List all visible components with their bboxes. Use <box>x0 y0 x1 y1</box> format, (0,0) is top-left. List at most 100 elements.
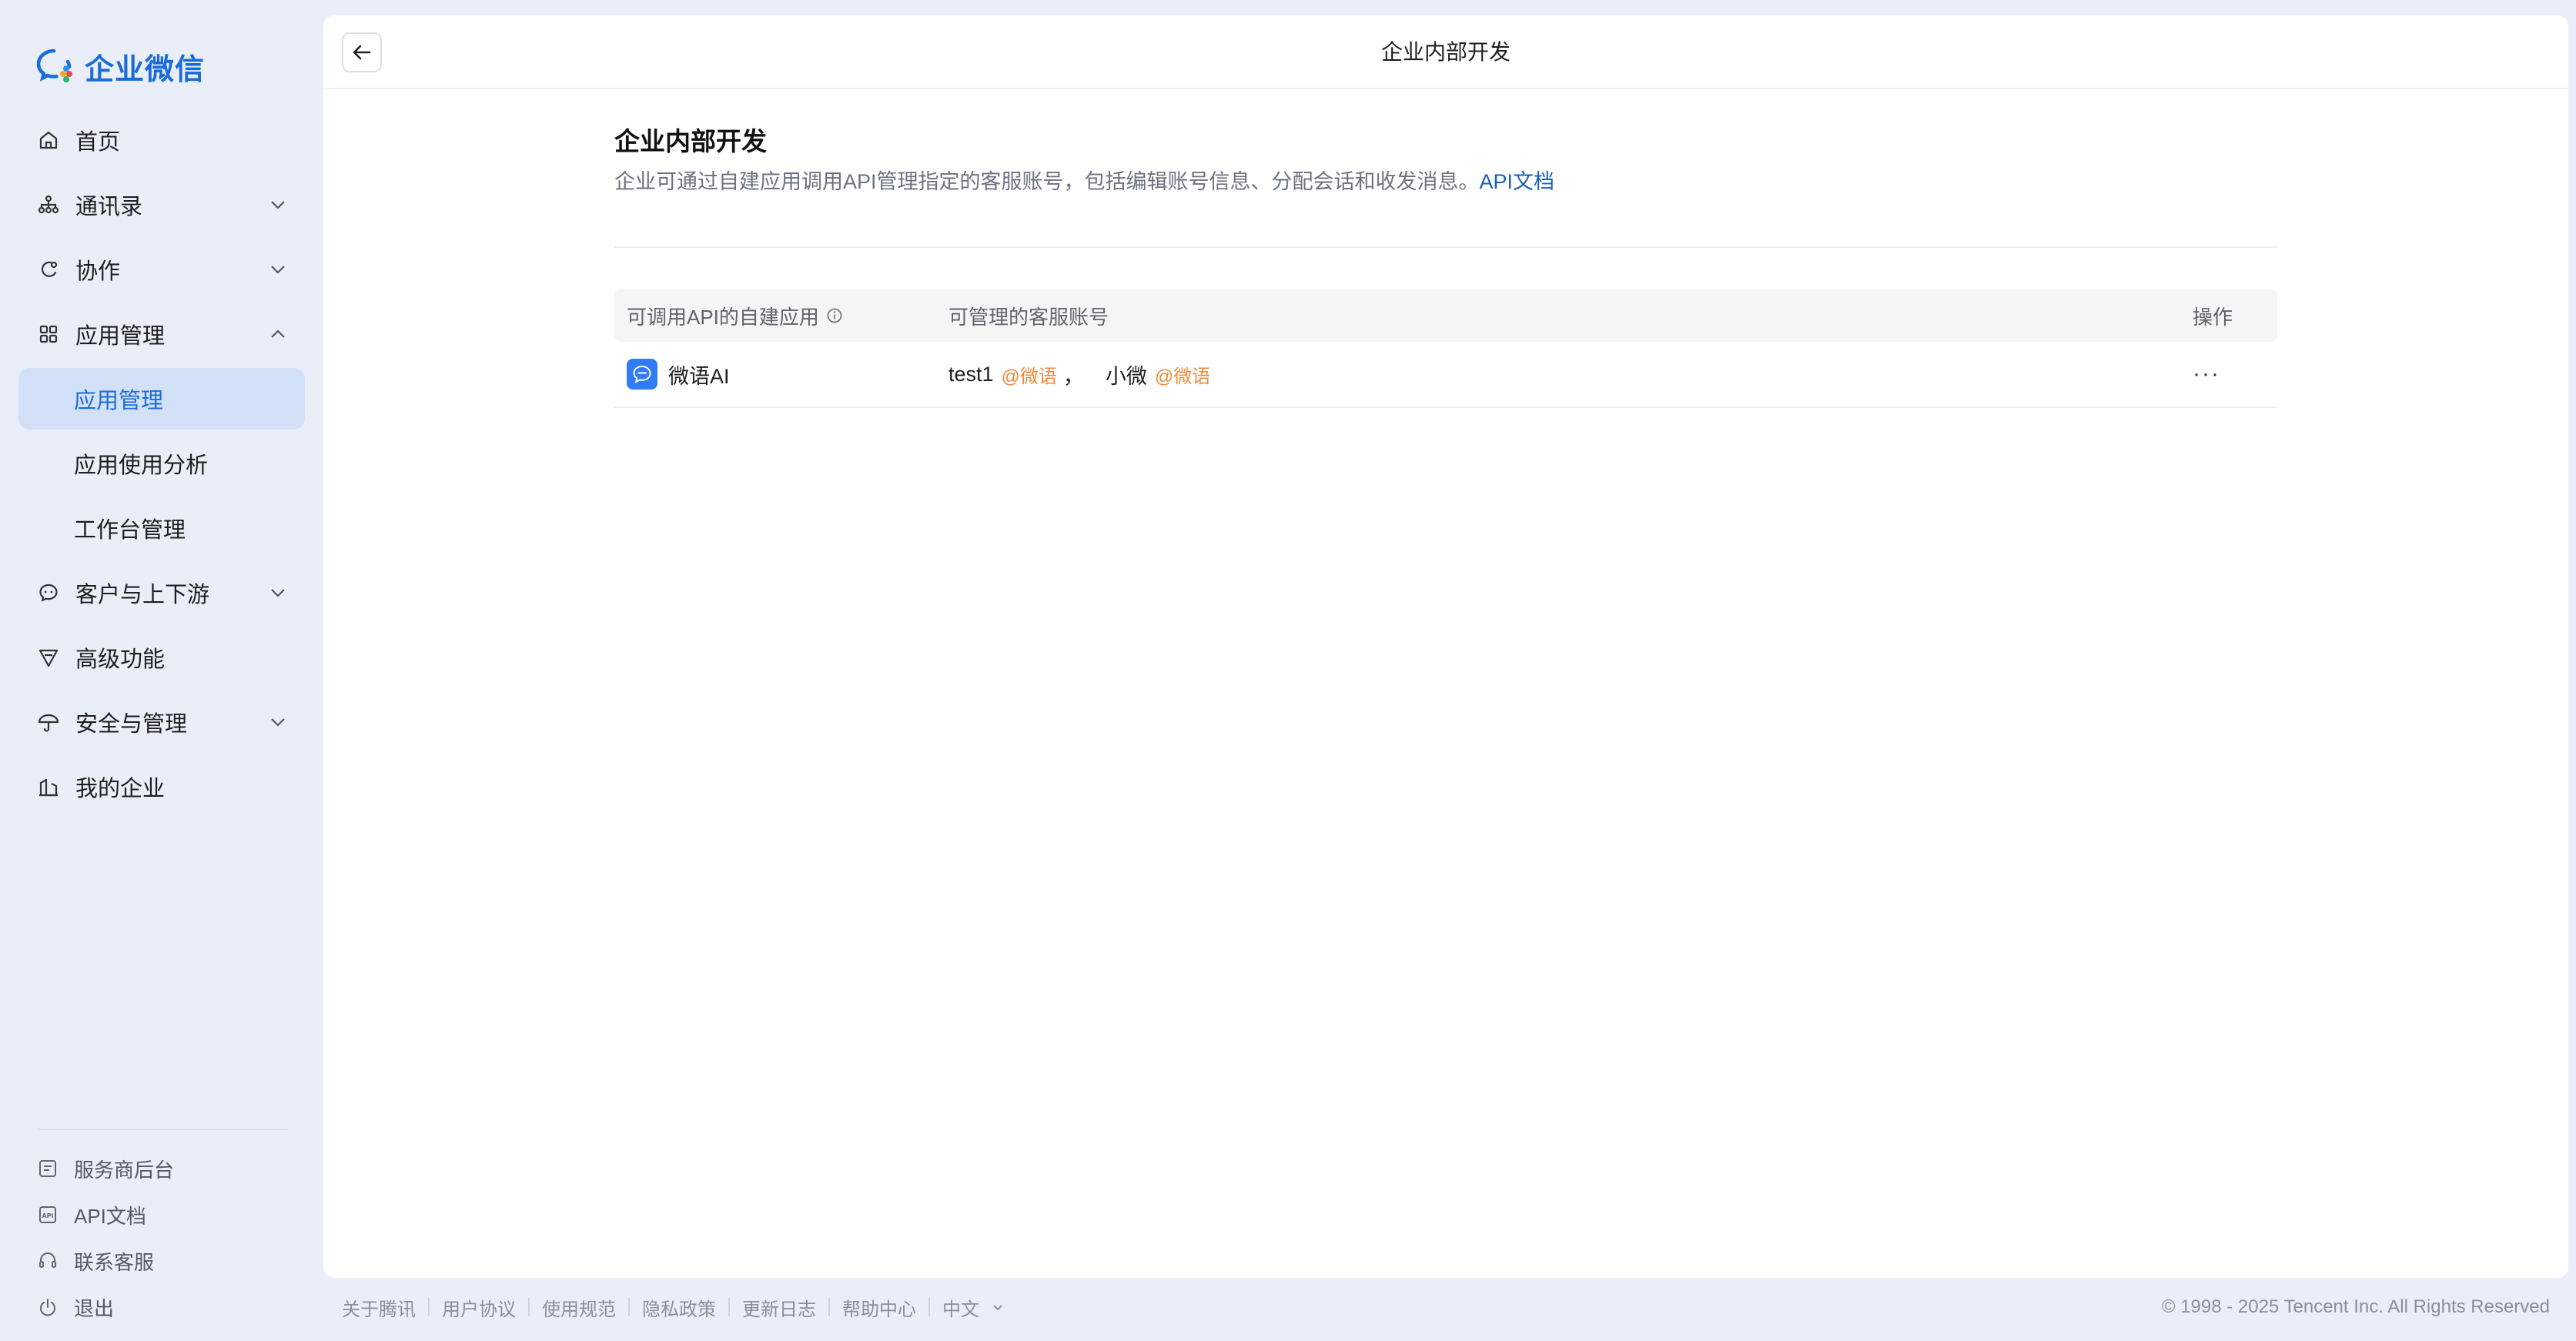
api-icon: API <box>39 1206 56 1223</box>
footer-separator <box>728 1298 730 1316</box>
nav-item-advanced[interactable]: 高级功能 <box>18 627 305 688</box>
chevron-down-icon <box>271 201 285 209</box>
footer-separator <box>828 1298 830 1316</box>
nav-support[interactable]: 联系客服 <box>37 1238 299 1284</box>
document-icon <box>39 1160 56 1177</box>
wecom-logo-icon <box>36 48 72 82</box>
nav-item-app-mgmt-label: 应用管理 <box>75 324 166 349</box>
funnel-icon <box>38 649 59 667</box>
nav-item-my-company-label: 我的企业 <box>75 777 166 801</box>
main-panel: 企业内部开发 企业内部开发 企业可通过自建应用调用API管理指定的客服账号，包括… <box>323 15 2568 1278</box>
nav-api-doc[interactable]: API API文档 <box>37 1192 299 1238</box>
footer-separator <box>628 1298 630 1316</box>
footer-link-changelog[interactable]: 更新日志 <box>742 1294 816 1321</box>
svg-text:API: API <box>42 1212 53 1219</box>
chat-bubble-icon <box>39 584 58 602</box>
nav-sub-app-analytics[interactable]: 应用使用分析 <box>18 433 305 494</box>
page-footer: 关于腾讯 用户协议 使用规范 隐私政策 更新日志 帮助中心 中文 <box>342 1290 1005 1324</box>
app-chat-icon <box>627 359 657 390</box>
chevron-down-icon <box>271 718 285 727</box>
info-icon[interactable] <box>825 306 844 325</box>
collab-icon <box>42 261 58 277</box>
nav-sub-app-analytics-label: 应用使用分析 <box>74 453 209 478</box>
org-chart-icon <box>38 195 59 214</box>
nav-sub-app-mgmt-label: 应用管理 <box>74 389 164 413</box>
header-actions: 操作 <box>2193 305 2233 329</box>
language-label: 中文 <box>942 1299 979 1320</box>
nav-item-home-label: 首页 <box>75 130 121 155</box>
page-title: 企业内部开发 <box>1380 40 1510 64</box>
nav-item-contacts[interactable]: 通讯录 <box>18 174 305 236</box>
copyright-text: © 1998 - 2025 Tencent Inc. All Rights Re… <box>2161 1296 2550 1317</box>
table-row: 微语AI test1 @微语 ， 小微 @微语 ··· <box>614 342 2277 408</box>
account-name: test1 <box>948 362 994 386</box>
nav-logout[interactable]: 退出 <box>37 1284 299 1330</box>
row-accounts-cell: test1 @微语 ， 小微 @微语 <box>948 359 2193 390</box>
nav-item-my-company[interactable]: 我的企业 <box>18 756 305 818</box>
section-description: 企业可通过自建应用调用API管理指定的客服账号，包括编辑账号信息、分配会话和收发… <box>614 165 2277 199</box>
chevron-down-icon <box>271 266 285 274</box>
page-header: 企业内部开发 <box>323 15 2568 89</box>
section-description-text: 企业可通过自建应用调用API管理指定的客服账号，包括编辑账号信息、分配会话和收发… <box>614 170 1480 193</box>
nav-sub-app-mgmt[interactable]: 应用管理 <box>18 368 305 430</box>
brand-name: 企业微信 <box>85 53 206 86</box>
content-divider <box>614 246 2277 248</box>
nav-item-home[interactable]: 首页 <box>18 109 305 171</box>
chevron-down-icon <box>993 1305 1002 1311</box>
section-title: 企业内部开发 <box>614 127 767 156</box>
nav-item-app-mgmt[interactable]: 应用管理 <box>18 303 305 365</box>
power-icon <box>40 1299 55 1316</box>
headset-icon <box>39 1252 56 1268</box>
grid-icon <box>39 325 58 343</box>
row-app-cell: 微语AI <box>614 359 948 390</box>
account-tag: @微语 <box>1001 366 1057 387</box>
nav-api-doc-label: API文档 <box>74 1204 146 1228</box>
header-app: 可调用API的自建应用 <box>614 302 948 330</box>
footer-link-about[interactable]: 关于腾讯 <box>342 1294 416 1321</box>
arrow-left-icon <box>353 45 371 60</box>
nav-provider-console-label: 服务商后台 <box>74 1158 175 1182</box>
back-button[interactable] <box>342 32 382 72</box>
nav-item-customers-label: 客户与上下游 <box>75 583 210 607</box>
footer-link-privacy[interactable]: 隐私政策 <box>642 1294 716 1321</box>
footer-separator <box>528 1298 530 1316</box>
nav-support-label: 联系客服 <box>74 1250 155 1274</box>
nav-provider-console[interactable]: 服务商后台 <box>37 1145 299 1192</box>
account-name: 小微 <box>1105 364 1147 388</box>
nav-item-collab-label: 协作 <box>75 259 121 284</box>
chevron-up-icon <box>271 329 285 338</box>
building-icon <box>39 778 58 797</box>
header-accounts: 可管理的客服账号 <box>948 305 1109 329</box>
nav-item-contacts-label: 通讯录 <box>75 195 143 219</box>
nav-item-customers[interactable]: 客户与上下游 <box>18 562 305 624</box>
api-doc-link[interactable]: API文档 <box>1480 170 1555 193</box>
nav-item-collab[interactable]: 协作 <box>18 239 305 300</box>
account-tag: @微语 <box>1154 366 1211 387</box>
home-icon <box>39 131 58 149</box>
nav-logout-label: 退出 <box>74 1296 115 1320</box>
api-apps-table: 可调用API的自建应用 可管理的客服账号 操作 微语AI test1 @微语 ，… <box>614 289 2277 408</box>
sidebar: 企业微信 首页 通讯录 协作 应用管理 应用管理 应用使用分析 工作台管理 客户… <box>0 0 323 1341</box>
footer-separator <box>928 1298 930 1316</box>
content-section: 企业内部开发 企业可通过自建应用调用API管理指定的客服账号，包括编辑账号信息、… <box>614 123 2277 408</box>
row-actions-cell: ··· <box>2193 361 2277 387</box>
more-actions-button[interactable]: ··· <box>2193 361 2220 387</box>
sidebar-footer-nav: 服务商后台 API API文档 联系客服 退出 <box>37 1145 299 1330</box>
footer-link-help[interactable]: 帮助中心 <box>842 1294 916 1321</box>
footer-link-terms[interactable]: 用户协议 <box>442 1294 516 1321</box>
sidebar-divider <box>37 1129 288 1130</box>
header-app-label: 可调用API的自建应用 <box>627 305 819 329</box>
nav-item-security[interactable]: 安全与管理 <box>18 691 305 753</box>
brand[interactable]: 企业微信 <box>34 45 205 88</box>
nav-sub-workbench[interactable]: 工作台管理 <box>18 497 305 559</box>
footer-separator <box>428 1298 430 1316</box>
row-app-name: 微语AI <box>668 364 730 388</box>
chevron-down-icon <box>271 589 285 597</box>
footer-link-usage-rules[interactable]: 使用规范 <box>542 1294 616 1321</box>
umbrella-icon <box>38 714 59 732</box>
table-header: 可调用API的自建应用 可管理的客服账号 操作 <box>614 289 2277 342</box>
main-nav: 首页 通讯录 协作 应用管理 应用管理 应用使用分析 工作台管理 客户与上下游 <box>18 109 305 821</box>
nav-item-security-label: 安全与管理 <box>75 712 188 737</box>
language-selector[interactable]: 中文 <box>942 1294 1005 1321</box>
nav-item-advanced-label: 高级功能 <box>75 647 166 672</box>
